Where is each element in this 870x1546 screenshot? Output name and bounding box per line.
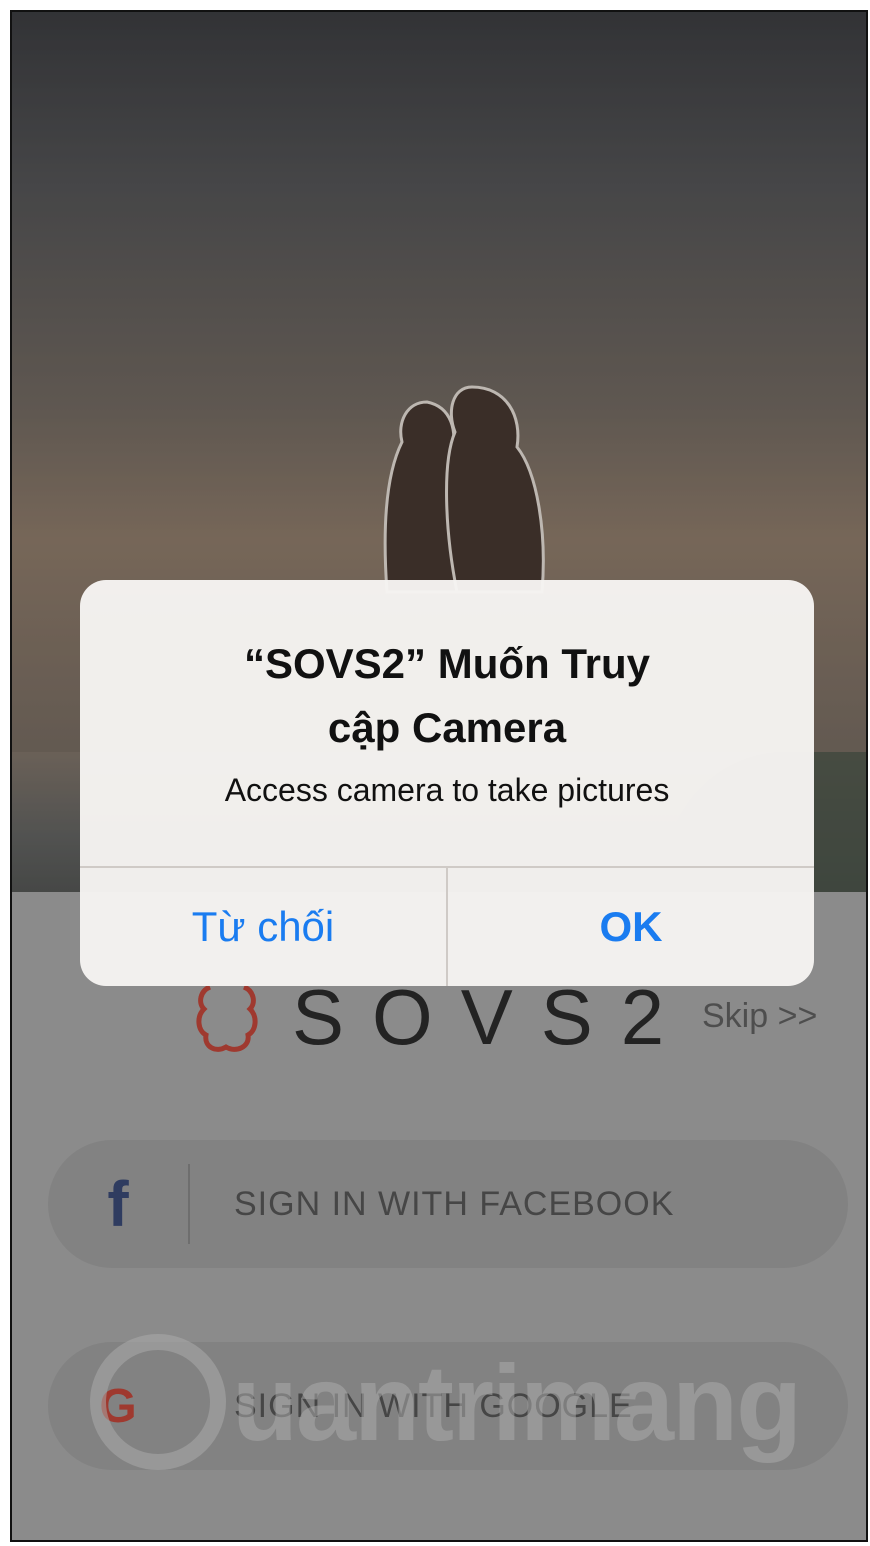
deny-button[interactable]: Từ chối (80, 868, 448, 986)
dialog-title: “SOVS2” Muốn Truy cập Camera (243, 640, 651, 751)
dialog-message: Access camera to take pictures (224, 772, 670, 808)
ok-button[interactable]: OK (448, 868, 814, 986)
camera-permission-dialog: “SOVS2” Muốn Truy cập Camera Access came… (80, 580, 814, 986)
phone-screen: SOVS2 Skip >> f SIGN IN WITH FACEBOOK G … (10, 10, 868, 1542)
